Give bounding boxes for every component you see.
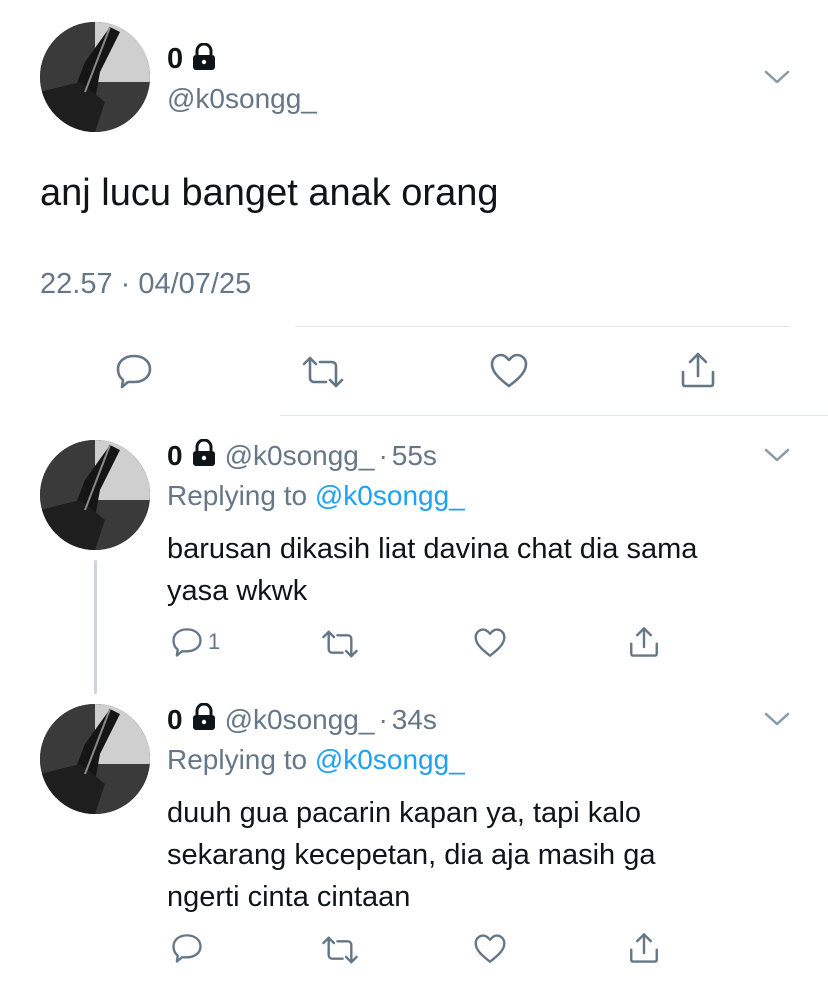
replying-to-label: Replying to [167, 480, 308, 511]
avatar[interactable] [40, 440, 150, 550]
lock-icon [191, 42, 217, 76]
reply-icon [172, 628, 202, 657]
reply-text-line: sekarang kecepetan, dia aja masih ga [167, 839, 656, 871]
reply-icon [172, 934, 202, 963]
retweet-button[interactable] [320, 628, 360, 660]
reply-button[interactable] [114, 352, 154, 390]
like-icon [474, 934, 506, 963]
reply-text: barusan dikasih liat davina chat dia sam… [167, 528, 697, 612]
reply-text-line: yasa wkwk [167, 575, 308, 607]
like-button[interactable] [473, 933, 507, 965]
share-button[interactable] [678, 350, 718, 390]
like-icon [490, 353, 528, 388]
avatar[interactable] [40, 704, 150, 814]
share-button[interactable] [627, 625, 661, 659]
replying-to-label: Replying to [167, 744, 308, 775]
reply-time: 34s [391, 704, 437, 735]
reply-text-line: barusan dikasih liat davina chat dia sam… [167, 533, 698, 565]
reply-text: duuh gua pacarin kapan ya, tapi kalo sek… [167, 792, 655, 918]
tweet-text: anj lucu banget anak orang [40, 172, 499, 214]
share-icon [681, 352, 715, 388]
display-name[interactable]: 0 [167, 704, 183, 736]
replying-to-link[interactable]: @k0songg_ [315, 480, 465, 511]
separator-dot: · [378, 704, 388, 735]
retweet-button[interactable] [300, 354, 346, 390]
share-icon [630, 933, 658, 963]
reply-text-line: duuh gua pacarin kapan ya, tapi kalo [167, 797, 642, 829]
reply-button[interactable] [170, 932, 204, 964]
guitar-photo [40, 440, 150, 550]
retweet-icon [322, 630, 358, 658]
display-name[interactable]: 0 [167, 43, 183, 76]
guitar-photo [40, 704, 150, 814]
display-name[interactable]: 0 [167, 440, 183, 472]
separator-dot: · [378, 440, 388, 471]
chevron-down-icon[interactable] [763, 710, 791, 733]
handle[interactable]: @k0songg_ [225, 704, 375, 736]
like-icon [474, 628, 506, 657]
handle[interactable]: @k0songg_ [225, 440, 375, 472]
divider [280, 415, 828, 416]
reply-count: 1 [208, 629, 221, 654]
chevron-down-icon[interactable] [763, 446, 791, 469]
replying-to-link[interactable]: @k0songg_ [315, 744, 465, 775]
retweet-button[interactable] [320, 934, 360, 966]
tweet-timestamp: 22.57 · 04/07/25 [40, 268, 252, 300]
reply-text-line: ngerti cinta cintaan [167, 881, 411, 913]
lock-icon [191, 438, 217, 474]
share-icon [630, 627, 658, 657]
reply-icon [116, 354, 152, 389]
like-button[interactable] [489, 352, 529, 390]
like-button[interactable] [473, 627, 507, 659]
retweet-icon [322, 936, 358, 964]
share-button[interactable] [627, 931, 661, 965]
divider [295, 326, 790, 327]
thread-line [94, 560, 97, 694]
lock-icon [191, 702, 217, 738]
chevron-down-icon[interactable] [763, 68, 791, 91]
retweet-icon [302, 356, 344, 388]
guitar-photo [40, 22, 150, 132]
reply-button[interactable]: 1 [170, 626, 220, 658]
avatar[interactable] [40, 22, 150, 132]
handle[interactable]: @k0songg_ [167, 83, 317, 115]
reply-time: 55s [391, 440, 437, 471]
